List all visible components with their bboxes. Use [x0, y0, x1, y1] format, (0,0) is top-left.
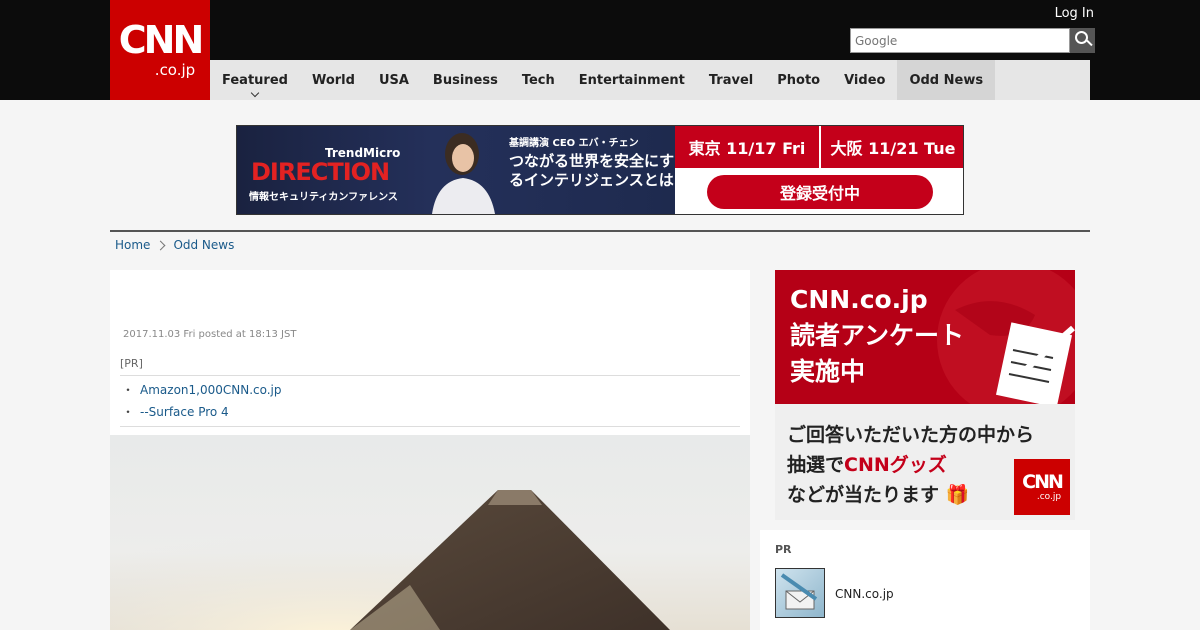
nav-featured[interactable]: Featured [210, 60, 300, 100]
search-icon[interactable] [1070, 28, 1095, 53]
register-button[interactable]: 登録受付中 [707, 175, 933, 209]
survey-body-3-text: などが当たります [787, 484, 940, 506]
survey-line-2: 読者アンケート [790, 321, 965, 350]
speaker-photo [432, 133, 495, 214]
survey-body-3: などが当たります 🎁 [787, 480, 1034, 510]
survey-ad-bottom: ご回答いただいた方の中から 抽選でCNNグッズ などが当たります 🎁 CNN .… [775, 404, 1075, 520]
bullet: ・ [122, 383, 135, 397]
pr-link-text[interactable]: --Surface Pro 4 [140, 405, 229, 419]
bullet: ・ [122, 405, 135, 419]
article-photo [110, 435, 750, 630]
banner-right-panel: 東京 11/17 Fri 大阪 11/21 Tue 登録受付中 [675, 126, 963, 214]
sidebar-pr-text[interactable]: CNN.co.jp [835, 587, 894, 601]
sidebar-pr: PR CNN.co.jp [760, 530, 1090, 630]
pr-link-text[interactable]: Amazon1,000CNN.co.jp [140, 383, 282, 397]
cnn-mini-logo: CNN .co.jp [1014, 459, 1070, 515]
nav-travel[interactable]: Travel [697, 60, 765, 100]
pr-links-box: [PR] ・ Amazon1,000CNN.co.jp ・ --Surface Pr… [120, 357, 740, 427]
mini-logo-domain: .co.jp [1036, 492, 1062, 502]
nav-photo[interactable]: Photo [765, 60, 832, 100]
survey-line-1: CNN.co.jp [790, 285, 928, 314]
nav-label: Entertainment [578, 72, 685, 88]
breadcrumb: Home Odd News [115, 238, 234, 252]
chevron-down-icon [250, 88, 260, 98]
mini-logo-text: CNN [1022, 471, 1064, 493]
cnn-logo[interactable]: CNN .co.jp [110, 0, 210, 100]
logo-text: CNN [118, 18, 204, 62]
banner-title: DIRECTION [251, 158, 390, 186]
article-date: 2017.11.03 Fri posted at 18:13 JST [123, 329, 297, 340]
banner-tagline: つながる世界を安全にするインテリジェンスとは [509, 152, 675, 189]
survey-ad-body: ご回答いただいた方の中から 抽選でCNNグッズ などが当たります 🎁 [787, 420, 1034, 510]
survey-line-3: 実施中 [790, 357, 866, 386]
banner-left-panel: TrendMicro DIRECTION 情報セキュリティカンファレンス 基調講… [237, 126, 675, 214]
nav-label: World [311, 72, 355, 88]
chevron-right-icon [155, 240, 166, 250]
survey-body-2: 抽選でCNNグッズ [787, 450, 1034, 480]
banner-subtitle: 情報セキュリティカンファレンス [249, 192, 398, 203]
nav-label: Video [844, 72, 886, 88]
nav-tech[interactable]: Tech [510, 60, 567, 100]
article-panel: 2017.11.03 Fri posted at 18:13 JST [PR] … [110, 270, 750, 630]
breadcrumb-divider [110, 230, 1090, 232]
nav-world[interactable]: World [300, 60, 367, 100]
mail-icon[interactable] [775, 568, 825, 618]
nav-label: Business [432, 72, 498, 88]
nav-label: Travel [708, 72, 754, 88]
pyramid-image [110, 435, 750, 630]
pr-divider [120, 426, 740, 427]
main-nav: Featured World USA Business Tech Enterta… [210, 60, 1090, 100]
nav-label: USA [378, 72, 409, 88]
nav-entertainment[interactable]: Entertainment [567, 60, 697, 100]
nav-label: Odd News [909, 72, 984, 88]
survey-body-1: ご回答いただいた方の中から [787, 424, 1035, 446]
pr-link-item[interactable]: ・ --Surface Pro 4 [120, 403, 740, 420]
nav-odd-news[interactable]: Odd News [897, 60, 996, 100]
survey-body-2-pre: 抽選で [787, 454, 845, 476]
search-input[interactable] [850, 28, 1070, 53]
survey-body-2-red: CNNグッズ [844, 454, 947, 476]
logo-domain: .co.jp [154, 61, 196, 79]
banner-speaker: 基調講演 CEO エバ・チェン [509, 138, 639, 149]
nav-label: Featured [222, 72, 288, 88]
nav-video[interactable]: Video [832, 60, 897, 100]
pr-label: [PR] [120, 357, 740, 376]
search-form [850, 28, 1095, 53]
pr-link-item[interactable]: ・ Amazon1,000CNN.co.jp [120, 381, 740, 398]
site-header: CNN .co.jp Log In Featured World USA Bus… [0, 0, 1200, 100]
survey-ad[interactable]: CNN.co.jp 読者アンケート 実施中 ご回答いただいた方の中から 抽選でC… [775, 270, 1075, 520]
nav-usa[interactable]: USA [367, 60, 421, 100]
banner-date-tokyo: 東京 11/17 Fri [675, 126, 819, 168]
gift-icon: 🎁 [945, 484, 970, 506]
breadcrumb-home[interactable]: Home [115, 238, 150, 252]
envelope-icon [780, 573, 818, 610]
nav-label: Tech [521, 72, 555, 88]
nav-label: Photo [777, 72, 821, 88]
breadcrumb-section[interactable]: Odd News [173, 238, 234, 252]
sidebar-pr-label: PR [775, 543, 792, 556]
survey-ad-top: CNN.co.jp 読者アンケート 実施中 [775, 270, 1075, 404]
banner-ad[interactable]: TrendMicro DIRECTION 情報セキュリティカンファレンス 基調講… [236, 125, 964, 215]
login-link[interactable]: Log In [1055, 6, 1094, 21]
nav-business[interactable]: Business [421, 60, 510, 100]
banner-date-osaka: 大阪 11/21 Tue [821, 126, 963, 168]
survey-ad-headline: CNN.co.jp 読者アンケート 実施中 [790, 282, 964, 390]
